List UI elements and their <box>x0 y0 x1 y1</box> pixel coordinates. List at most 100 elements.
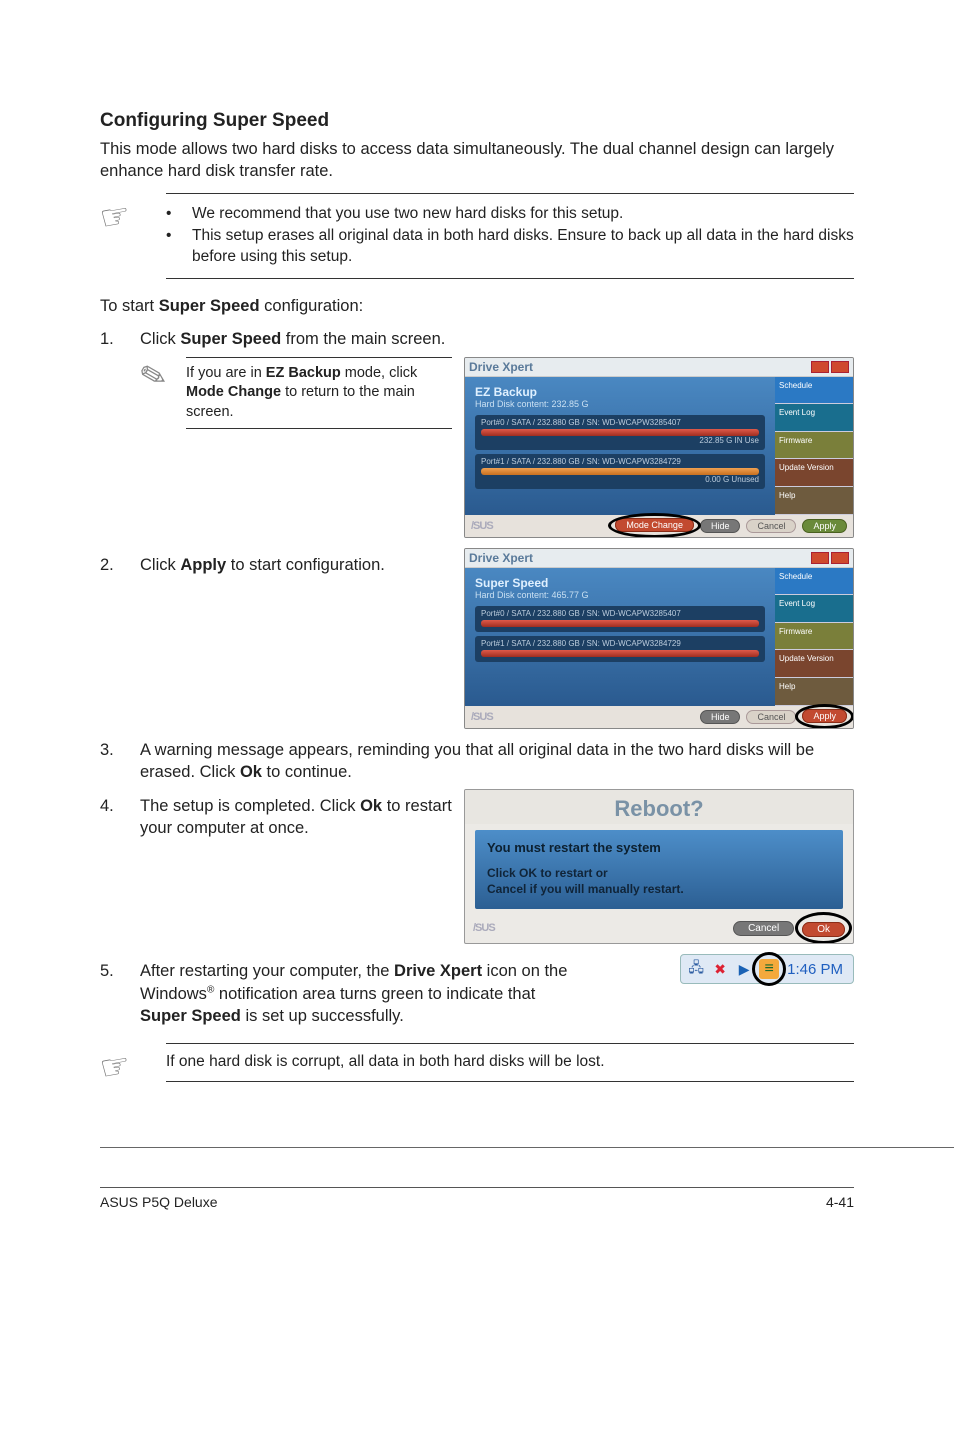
to-start-suffix: configuration: <box>260 297 364 315</box>
tray-network-icon[interactable]: 🖧 <box>687 960 705 978</box>
t: from the main screen. <box>281 330 445 348</box>
note-icon-cell: ☞ <box>100 1043 166 1087</box>
t: Ok <box>360 797 382 815</box>
ok-button[interactable]: Ok <box>802 922 845 937</box>
side-item[interactable]: Help <box>775 487 853 515</box>
cancel-button[interactable]: Cancel <box>733 921 794 936</box>
step-1: 1. Click Super Speed from the main scree… <box>100 328 854 350</box>
apply-button[interactable]: Apply <box>802 709 847 723</box>
step-number: 3. <box>100 739 140 761</box>
right-col: 🖧 ✖ ▶ ≡ 1:46 PM <box>594 954 854 984</box>
page-footer-row: ASUS P5Q Deluxe 4-41 <box>100 1187 854 1210</box>
window-side: Schedule Event Log Firmware Update Versi… <box>775 377 853 515</box>
t: Super Speed <box>140 1007 241 1025</box>
t: Apply <box>180 556 226 574</box>
reboot-body: You must restart the system Click OK to … <box>475 830 843 909</box>
note-content: If one hard disk is corrupt, all data in… <box>166 1043 854 1082</box>
close-icon[interactable] <box>831 552 849 564</box>
step-number: 4. <box>100 795 140 817</box>
step-text: A warning message appears, reminding you… <box>140 739 854 784</box>
reboot-line2a: Click OK to restart or <box>487 865 831 881</box>
hide-button[interactable]: Hide <box>700 519 741 533</box>
drive-xpert-tray-icon[interactable]: ≡ <box>759 959 779 979</box>
left-col: ✎ If you are in EZ Backup mode, click Mo… <box>100 357 452 430</box>
highlight-ring: ≡ <box>759 959 779 979</box>
disk-info: Port#0 / SATA / 232.880 GB / SN: WD-WCAP… <box>481 609 759 618</box>
note-bullet-row: • This setup erases all original data in… <box>166 226 854 268</box>
side-item[interactable]: Firmware <box>775 432 853 460</box>
t: notification area turns green to indicat… <box>214 985 535 1003</box>
page: Configuring Super Speed This mode allows… <box>0 0 954 1270</box>
tray-shield-icon[interactable]: ✖ <box>711 960 729 978</box>
t: If you are in <box>186 365 266 381</box>
step-text: After restarting your computer, the Driv… <box>140 960 582 1027</box>
disk-sub: 232.85 G IN Use <box>481 436 759 445</box>
right-col: Drive Xpert EZ Backup Hard Disk content:… <box>464 357 854 538</box>
t: Click <box>140 556 180 574</box>
step-text: The setup is completed. Click Ok to rest… <box>140 795 452 840</box>
footer-left: ASUS P5Q Deluxe <box>100 1194 218 1210</box>
cancel-button[interactable]: Cancel <box>746 710 796 724</box>
side-item[interactable]: Update Version <box>775 650 853 678</box>
disk-bar <box>481 468 759 475</box>
window-buttons <box>811 361 849 373</box>
side-item[interactable]: Help <box>775 678 853 706</box>
reboot-dialog: Reboot? You must restart the system Clic… <box>464 789 854 944</box>
window-main: EZ Backup Hard Disk content: 232.85 G Po… <box>465 377 775 515</box>
to-start-bold: Super Speed <box>159 297 260 315</box>
disk-slot: Port#1 / SATA / 232.880 GB / SN: WD-WCAP… <box>475 636 765 662</box>
side-item[interactable]: Schedule <box>775 568 853 596</box>
side-item[interactable]: Event Log <box>775 404 853 432</box>
t: is set up successfully. <box>241 1007 404 1025</box>
side-item[interactable]: Event Log <box>775 595 853 623</box>
bullet-icon: • <box>166 204 192 225</box>
minimize-icon[interactable] <box>811 361 829 373</box>
close-icon[interactable] <box>831 361 849 373</box>
disk-info: Port#1 / SATA / 232.880 GB / SN: WD-WCAP… <box>481 457 759 466</box>
t: mode, click <box>341 365 418 381</box>
side-item[interactable]: Firmware <box>775 623 853 651</box>
reboot-footer: /SUS Cancel Ok <box>465 915 853 943</box>
left-col: 5. After restarting your computer, the D… <box>100 954 582 1033</box>
system-tray: 🖧 ✖ ▶ ≡ 1:46 PM <box>680 954 854 984</box>
right-col: Reboot? You must restart the system Clic… <box>464 789 854 944</box>
hand-pointing-icon: ☞ <box>97 1045 134 1090</box>
step-5: 5. After restarting your computer, the D… <box>100 960 582 1027</box>
pencil-icon: ✎ <box>136 354 172 398</box>
bullet-icon: • <box>166 226 192 247</box>
disk-slot: Port#0 / SATA / 232.880 GB / SN: WD-WCAP… <box>475 606 765 632</box>
t: After restarting your computer, the <box>140 962 394 980</box>
drive-xpert-window-ezbackup: Drive Xpert EZ Backup Hard Disk content:… <box>464 357 854 538</box>
disk-bar <box>481 620 759 627</box>
side-item[interactable]: Schedule <box>775 377 853 405</box>
to-start-prefix: To start <box>100 297 159 315</box>
window-titlebar: Drive Xpert <box>465 358 853 377</box>
drive-xpert-window-superspeed: Drive Xpert Super Speed Hard Disk conten… <box>464 548 854 729</box>
hide-button[interactable]: Hide <box>700 710 741 724</box>
step-4: 4. The setup is completed. Click Ok to r… <box>100 795 452 840</box>
window-side: Schedule Event Log Firmware Update Versi… <box>775 568 853 706</box>
disk-bar <box>481 429 759 436</box>
window-footer: /SUS Mode Change Hide Cancel Apply <box>465 515 853 537</box>
mode-title: Super Speed <box>475 576 765 590</box>
mode-change-button[interactable]: Mode Change <box>615 518 694 532</box>
disk-slot: Port#0 / SATA / 232.880 GB / SN: WD-WCAP… <box>475 415 765 450</box>
window-body: EZ Backup Hard Disk content: 232.85 G Po… <box>465 377 853 515</box>
disk-info: Port#1 / SATA / 232.880 GB / SN: WD-WCAP… <box>481 639 759 648</box>
step-3: 3. A warning message appears, reminding … <box>100 739 854 784</box>
tray-flag-icon[interactable]: ▶ <box>735 960 753 978</box>
left-col: 4. The setup is completed. Click Ok to r… <box>100 789 452 846</box>
t: to start configuration. <box>226 556 385 574</box>
row-step5: 5. After restarting your computer, the D… <box>100 954 854 1033</box>
cancel-button[interactable]: Cancel <box>746 519 796 533</box>
window-title: Drive Xpert <box>469 360 533 374</box>
minimize-icon[interactable] <box>811 552 829 564</box>
footer-right: 4-41 <box>826 1194 854 1210</box>
disk-bar <box>481 650 759 657</box>
side-item[interactable]: Update Version <box>775 459 853 487</box>
note-bullet-1: We recommend that you use two new hard d… <box>192 204 854 225</box>
note-bullet-row: • We recommend that you use two new hard… <box>166 204 854 225</box>
apply-button[interactable]: Apply <box>802 519 847 533</box>
note-icon-cell: ✎ <box>140 357 186 395</box>
section-title: Configuring Super Speed <box>100 110 854 132</box>
